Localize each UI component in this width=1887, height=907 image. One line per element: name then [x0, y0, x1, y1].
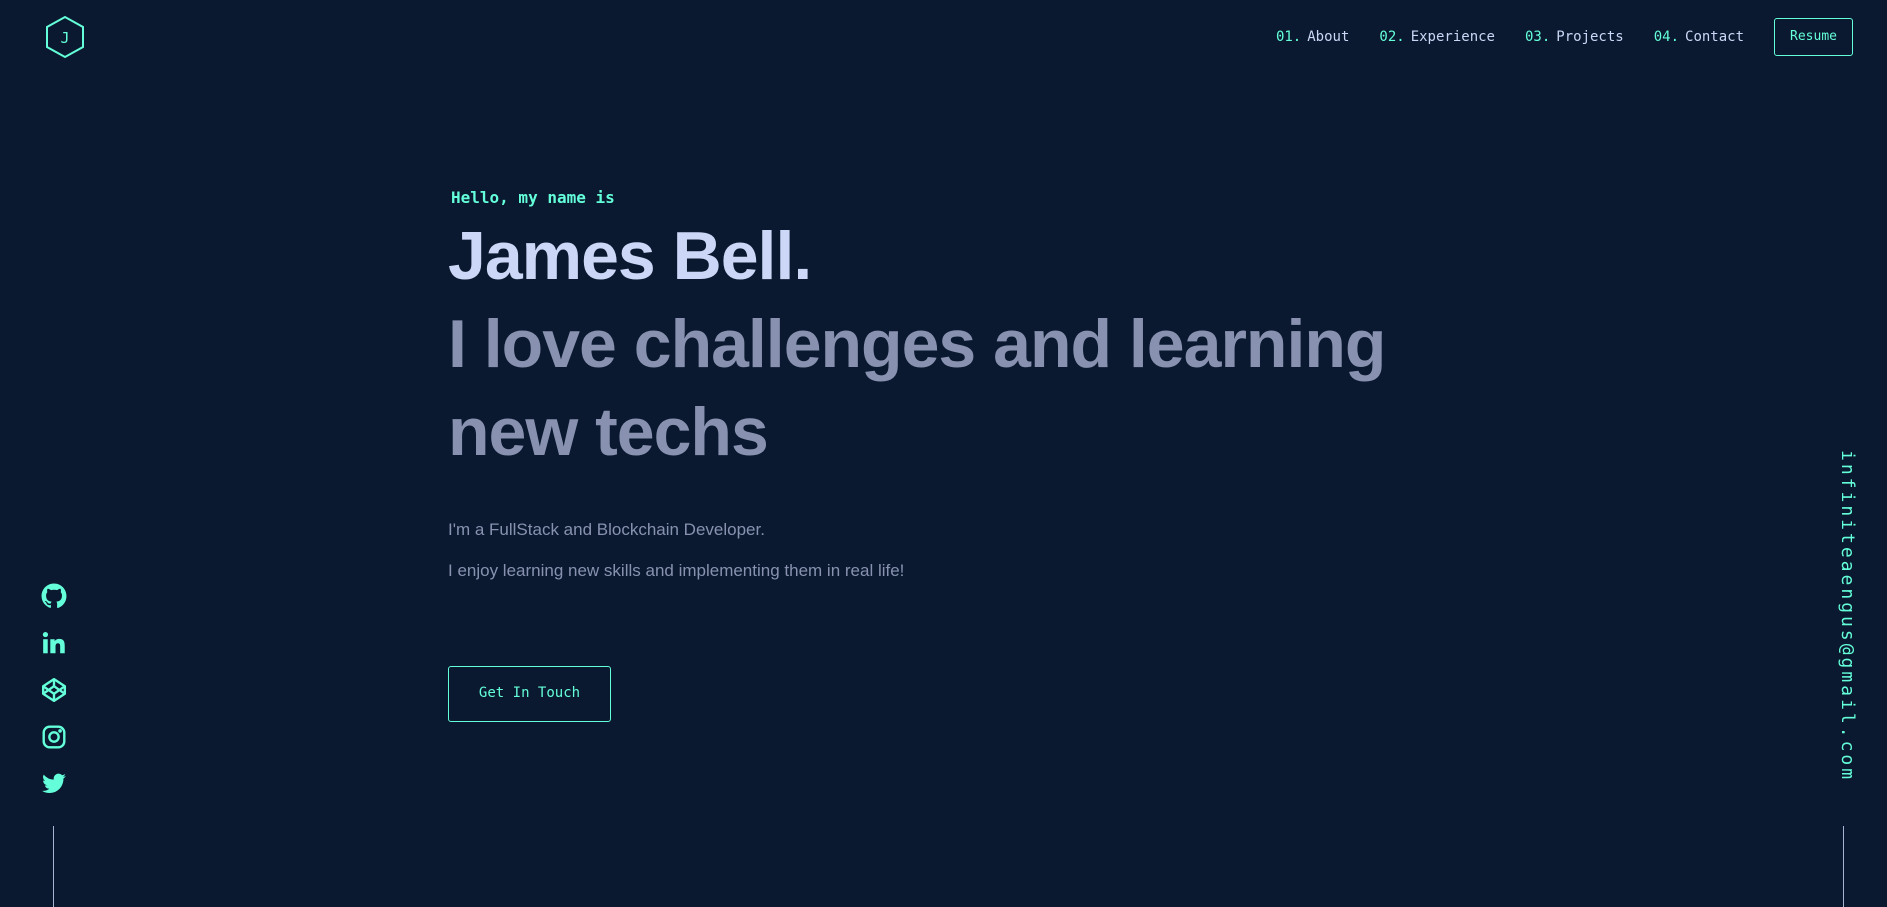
- github-link[interactable]: [38, 580, 70, 612]
- instagram-icon: [42, 725, 66, 749]
- get-in-touch-button[interactable]: Get In Touch: [448, 666, 611, 722]
- linkedin-link[interactable]: [38, 627, 70, 659]
- nav-links: 01. About 02. Experience 03. Projects 04. Co…: [1276, 29, 1774, 45]
- nav-label: Projects: [1556, 29, 1624, 45]
- left-sidebar-line: [53, 826, 54, 907]
- nav-number: 03.: [1524, 29, 1551, 45]
- twitter-link[interactable]: [38, 768, 70, 800]
- nav-item-projects[interactable]: 03. Projects: [1525, 29, 1624, 45]
- logo-letter: J: [60, 29, 69, 47]
- hero-section: Hello, my name is James Bell. I love cha…: [448, 184, 1448, 722]
- hexagon-logo-icon: J: [46, 15, 84, 59]
- resume-button[interactable]: Resume: [1774, 18, 1853, 56]
- github-icon: [41, 583, 67, 608]
- intro-line: I enjoy learning new skills and implemen…: [448, 561, 905, 580]
- email-link[interactable]: infiniteaengus@gmail.com: [1828, 450, 1858, 800]
- nav-item-contact[interactable]: 04. Contact: [1654, 29, 1744, 45]
- logo[interactable]: J: [44, 15, 86, 59]
- nav-item-about[interactable]: 01. About: [1276, 29, 1349, 45]
- hero-tagline: I love challenges and learning new techs: [448, 306, 1386, 470]
- linkedin-icon: [42, 631, 65, 654]
- codepen-icon: [41, 677, 67, 703]
- twitter-icon: [42, 773, 66, 793]
- nav-label: Contact: [1685, 29, 1745, 45]
- nav-number: 04.: [1653, 29, 1680, 45]
- intro-line: I'm a FullStack and Blockchain Developer…: [448, 520, 765, 539]
- codepen-link[interactable]: [38, 674, 70, 706]
- social-links: [38, 580, 70, 815]
- nav-label: About: [1307, 29, 1350, 45]
- nav-number: 02.: [1379, 29, 1405, 45]
- right-sidebar-line: [1843, 826, 1844, 907]
- hero-name: James Bell.: [448, 218, 812, 294]
- intro-text: I'm a FullStack and Blockchain Developer…: [448, 518, 1448, 583]
- nav-number: 01.: [1275, 29, 1302, 45]
- greeting: Hello, my name is: [451, 188, 615, 207]
- nav-item-experience[interactable]: 02. Experience: [1379, 29, 1495, 45]
- top-nav: 01. About 02. Experience 03. Projects 04. Co…: [1276, 18, 1853, 56]
- instagram-link[interactable]: [38, 721, 70, 753]
- nav-label: Experience: [1410, 29, 1495, 45]
